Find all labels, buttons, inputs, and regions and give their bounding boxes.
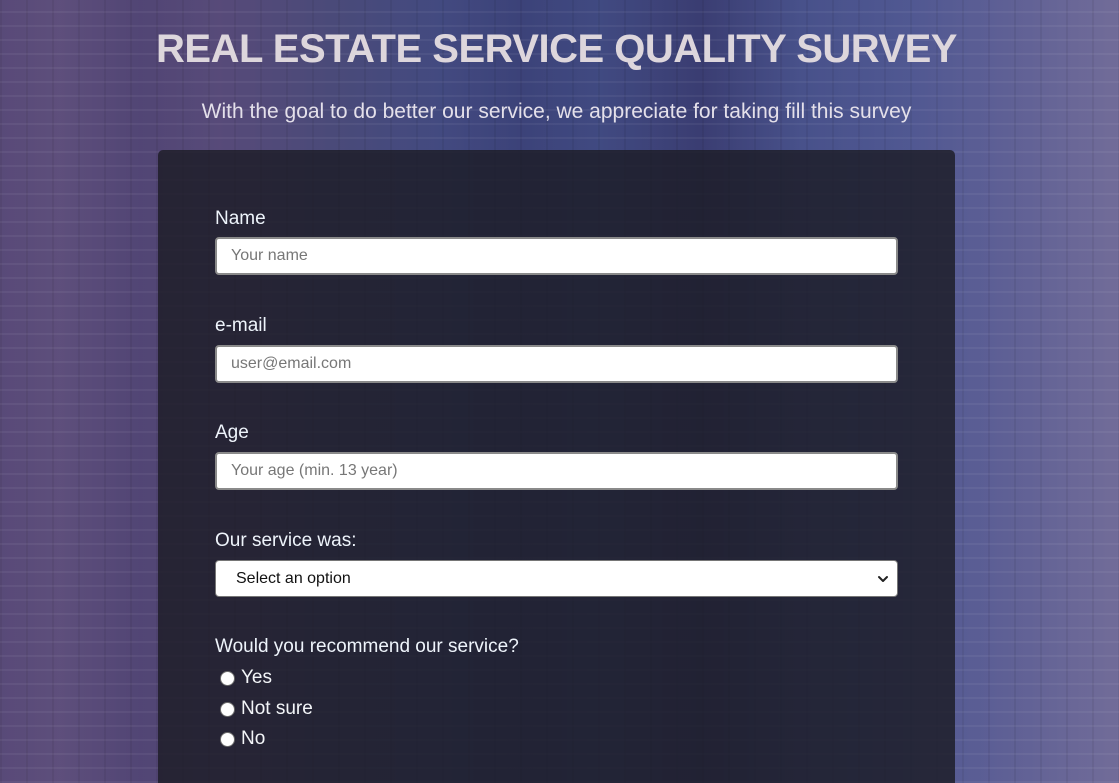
radio-label: Yes [241, 667, 272, 688]
radio-label: No [241, 728, 266, 749]
radio-button[interactable] [220, 670, 235, 686]
email-input[interactable] [215, 345, 898, 383]
email-label: e-mail [215, 315, 267, 336]
age-input[interactable] [215, 452, 898, 490]
page-title: REAL ESTATE SERVICE QUALITY SURVEY [156, 27, 957, 71]
page-subtitle: With the goal to do better our service, … [201, 100, 912, 123]
service-select-value: Select an option [236, 569, 351, 587]
age-label: Age [215, 422, 249, 443]
service-select[interactable]: Select an option [215, 560, 898, 597]
radio-label: Not sure [241, 698, 313, 719]
name-input[interactable] [215, 237, 898, 275]
radio-option-no[interactable]: No [220, 728, 265, 750]
radio-option-not-sure[interactable]: Not sure [220, 698, 313, 720]
recommend-label: Would you recommend our service? [215, 636, 519, 657]
radio-button[interactable] [220, 731, 235, 747]
chevron-down-icon [878, 575, 888, 582]
name-label: Name [215, 208, 266, 229]
radio-button[interactable] [220, 701, 235, 717]
service-label: Our service was: [215, 530, 357, 551]
radio-option-yes[interactable]: Yes [220, 667, 272, 689]
